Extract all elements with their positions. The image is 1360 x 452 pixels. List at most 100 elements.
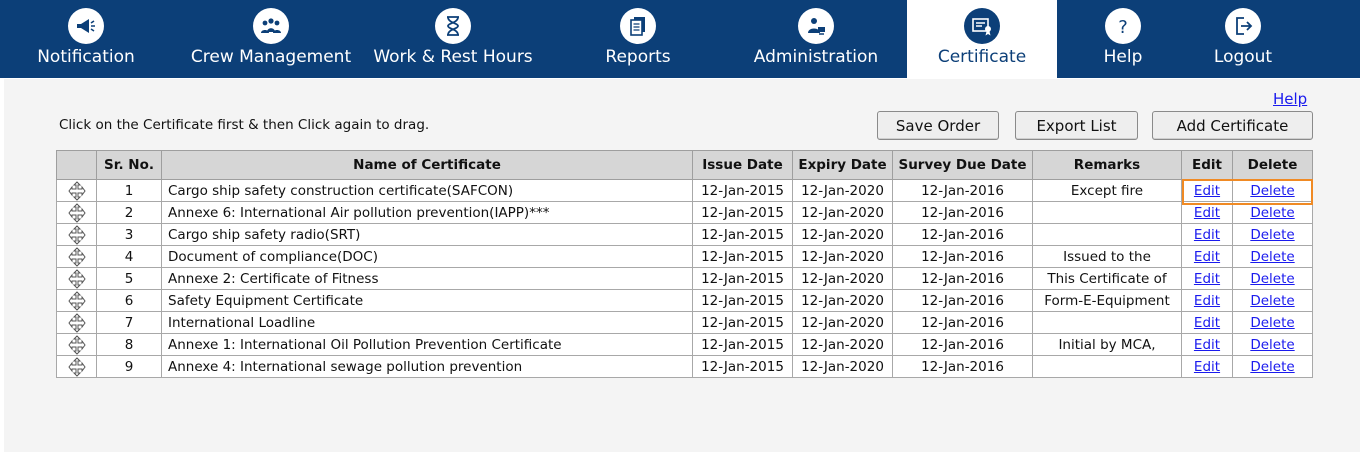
nav-certificate[interactable]: Certificate — [907, 0, 1057, 78]
nav-administration[interactable]: Administration — [730, 0, 902, 78]
delete-link[interactable]: Delete — [1250, 293, 1294, 309]
nav-notification[interactable]: Notification — [0, 0, 172, 78]
edit-link[interactable]: Edit — [1194, 227, 1220, 243]
edit-link[interactable]: Edit — [1194, 183, 1220, 199]
nav-label: Notification — [37, 47, 135, 67]
expiry-date-cell: 12-Jan-2020 — [792, 311, 893, 334]
export-list-button[interactable]: Export List — [1015, 111, 1138, 140]
drag-handle-icon[interactable] — [66, 180, 88, 201]
edit-link[interactable]: Edit — [1194, 359, 1220, 375]
delete-cell: Delete — [1232, 223, 1313, 246]
nav-logout[interactable]: Logout — [1186, 0, 1300, 78]
nav-label: Help — [1103, 47, 1143, 67]
delete-link[interactable]: Delete — [1250, 359, 1294, 375]
edit-link[interactable]: Edit — [1194, 293, 1220, 309]
drag-handle-cell[interactable] — [56, 311, 97, 334]
issue-date-cell: 12-Jan-2015 — [692, 333, 793, 356]
save-order-button[interactable]: Save Order — [877, 111, 999, 140]
table-row[interactable]: 5 Annexe 2: Certificate of Fitness 12-Jan-… — [56, 267, 1313, 290]
sr-no-cell: 5 — [96, 267, 162, 290]
delete-link[interactable]: Delete — [1250, 271, 1294, 287]
expiry-date-cell: 12-Jan-2020 — [792, 289, 893, 312]
delete-link[interactable]: Delete — [1250, 315, 1294, 331]
drag-handle-cell[interactable] — [56, 223, 97, 246]
column-header-survey-due-date: Survey Due Date — [892, 150, 1033, 180]
nav-reports[interactable]: Reports — [560, 0, 716, 78]
edit-link[interactable]: Edit — [1194, 337, 1220, 353]
survey-due-date-cell: 12-Jan-2016 — [892, 179, 1033, 202]
nav-help[interactable]: ? Help — [1068, 0, 1178, 78]
table-row[interactable]: 3 Cargo ship safety radio(SRT) 12-Jan-2015… — [56, 223, 1313, 246]
expiry-date-cell: 12-Jan-2020 — [792, 223, 893, 246]
issue-date-cell: 12-Jan-2015 — [692, 355, 793, 378]
edit-cell: Edit — [1181, 311, 1233, 334]
edit-link[interactable]: Edit — [1194, 205, 1220, 221]
drag-handle-cell[interactable] — [56, 333, 97, 356]
drag-handle-cell[interactable] — [56, 201, 97, 224]
table-row[interactable]: 4 Document of compliance(DOC) 12-Jan-2015 1… — [56, 245, 1313, 268]
drag-handle-cell[interactable] — [56, 355, 97, 378]
survey-due-date-cell: 12-Jan-2016 — [892, 267, 1033, 290]
remarks-cell — [1032, 201, 1182, 224]
certificate-name-cell: Annexe 2: Certificate of Fitness — [161, 267, 693, 290]
drag-handle-icon[interactable] — [66, 290, 88, 311]
sr-no-cell: 8 — [96, 333, 162, 356]
delete-cell: Delete — [1232, 201, 1313, 224]
column-header-delete: Delete — [1232, 150, 1313, 180]
reports-icon — [620, 8, 656, 44]
delete-link[interactable]: Delete — [1250, 183, 1294, 199]
nav-label: Administration — [753, 47, 879, 67]
drag-handle-cell[interactable] — [56, 289, 97, 312]
survey-due-date-cell: 12-Jan-2016 — [892, 289, 1033, 312]
drag-handle-icon[interactable] — [66, 202, 88, 223]
nav-work-rest-hours[interactable]: Work & Rest Hours — [366, 0, 540, 78]
edit-cell: Edit — [1181, 201, 1233, 224]
administration-icon — [798, 8, 834, 44]
drag-handle-icon[interactable] — [66, 334, 88, 355]
drag-handle-icon[interactable] — [66, 224, 88, 245]
drag-handle-cell[interactable] — [56, 267, 97, 290]
delete-cell: Delete — [1232, 289, 1313, 312]
edit-cell: Edit — [1181, 267, 1233, 290]
issue-date-cell: 12-Jan-2015 — [692, 311, 793, 334]
issue-date-cell: 12-Jan-2015 — [692, 267, 793, 290]
help-link[interactable]: Help — [1273, 90, 1307, 108]
edit-link[interactable]: Edit — [1194, 249, 1220, 265]
drag-handle-cell[interactable] — [56, 179, 97, 202]
edit-link[interactable]: Edit — [1194, 315, 1220, 331]
table-row[interactable]: 9 Annexe 4: International sewage pollutio… — [56, 355, 1313, 378]
edit-cell: Edit — [1181, 223, 1233, 246]
nav-label: Certificate — [937, 47, 1027, 67]
delete-cell: Delete — [1232, 267, 1313, 290]
certificate-icon — [964, 8, 1000, 44]
certificate-name-cell: Annexe 4: International sewage pollution… — [161, 355, 693, 378]
delete-link[interactable]: Delete — [1250, 249, 1294, 265]
issue-date-cell: 12-Jan-2015 — [692, 223, 793, 246]
remarks-cell: Form-E-Equipment — [1032, 289, 1182, 312]
delete-link[interactable]: Delete — [1250, 227, 1294, 243]
edit-link[interactable]: Edit — [1194, 271, 1220, 287]
survey-due-date-cell: 12-Jan-2016 — [892, 333, 1033, 356]
issue-date-cell: 12-Jan-2015 — [692, 201, 793, 224]
delete-link[interactable]: Delete — [1250, 205, 1294, 221]
drag-handle-icon[interactable] — [66, 246, 88, 267]
certificate-name-cell: Annexe 6: International Air pollution pr… — [161, 201, 693, 224]
table-row[interactable]: 1 Cargo ship safety construction certific… — [56, 179, 1313, 202]
survey-due-date-cell: 12-Jan-2016 — [892, 245, 1033, 268]
hourglass-icon — [435, 8, 471, 44]
drag-handle-icon[interactable] — [66, 356, 88, 377]
drag-handle-icon[interactable] — [66, 268, 88, 289]
drag-handle-icon[interactable] — [66, 312, 88, 333]
delete-link[interactable]: Delete — [1250, 337, 1294, 353]
drag-handle-cell[interactable] — [56, 245, 97, 268]
sr-no-cell: 7 — [96, 311, 162, 334]
remarks-cell — [1032, 355, 1182, 378]
sr-no-cell: 9 — [96, 355, 162, 378]
table-row[interactable]: 7 International Loadline 12-Jan-2015 12-Jan… — [56, 311, 1313, 334]
nav-crew-management[interactable]: Crew Management — [186, 0, 356, 78]
add-certificate-button[interactable]: Add Certificate — [1152, 111, 1313, 140]
table-row[interactable]: 2 Annexe 6: International Air pollution p… — [56, 201, 1313, 224]
table-row[interactable]: 6 Safety Equipment Certificate 12-Jan-2015… — [56, 289, 1313, 312]
table-row[interactable]: 8 Annexe 1: International Oil Pollution P… — [56, 333, 1313, 356]
logout-icon — [1225, 8, 1261, 44]
